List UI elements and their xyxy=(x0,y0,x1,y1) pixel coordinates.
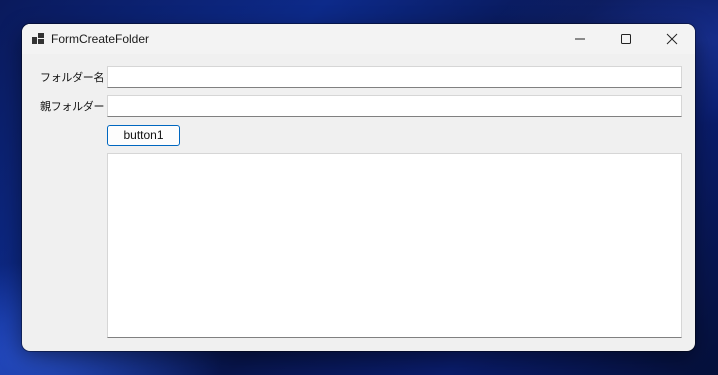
close-icon xyxy=(666,33,678,45)
minimize-icon xyxy=(575,38,585,40)
parent-folder-label: 親フォルダー xyxy=(40,100,105,113)
folder-name-label: フォルダー名 xyxy=(40,71,105,84)
button1[interactable]: button1 xyxy=(107,125,180,146)
maximize-icon xyxy=(621,34,631,44)
title-bar[interactable]: FormCreateFolder xyxy=(22,24,695,54)
minimize-button[interactable] xyxy=(557,24,603,54)
form-window: FormCreateFolder フォルダー名 親フォルダー button1 xyxy=(22,24,695,351)
parent-folder-input[interactable] xyxy=(107,95,682,117)
folder-name-input[interactable] xyxy=(107,66,682,88)
window-title: FormCreateFolder xyxy=(51,32,150,46)
output-textbox[interactable] xyxy=(107,153,682,338)
maximize-button[interactable] xyxy=(603,24,649,54)
close-button[interactable] xyxy=(649,24,695,54)
app-window-icon xyxy=(32,33,44,44)
